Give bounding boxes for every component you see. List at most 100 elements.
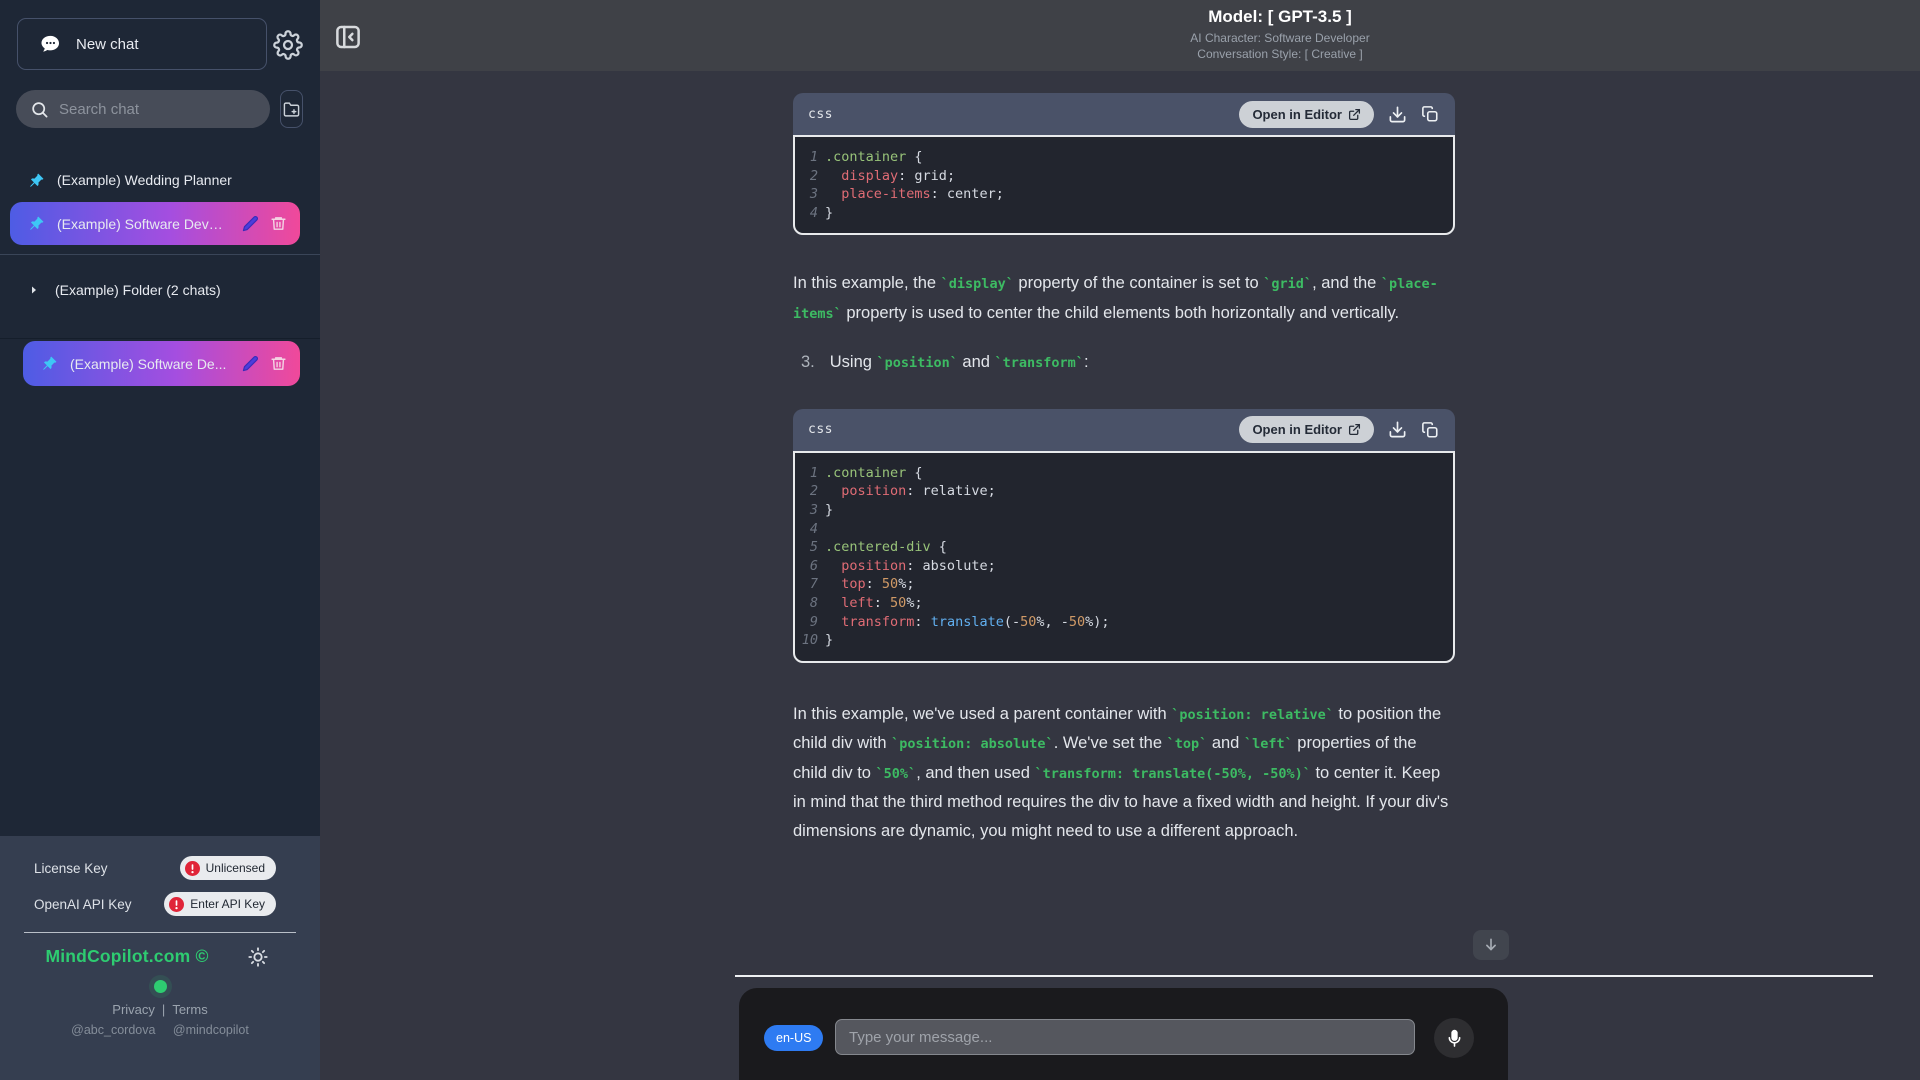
line-number: 1 bbox=[809, 464, 818, 481]
download-code-button[interactable] bbox=[1388, 105, 1407, 124]
delete-chat-button[interactable] bbox=[270, 215, 287, 232]
footer-key-rows: License Key Unlicensed OpenAI API Key Enter… bbox=[0, 850, 320, 922]
message-list-item: 3. Using `position` and `transform`: bbox=[801, 348, 1455, 378]
sidebar-chat-item[interactable]: (Example) Software De... bbox=[23, 341, 300, 386]
alert-icon bbox=[184, 860, 200, 876]
search-input[interactable] bbox=[59, 100, 258, 118]
code-block-header: css Open in Editor bbox=[793, 93, 1455, 135]
copy-icon bbox=[1421, 105, 1439, 123]
code-text: } bbox=[825, 204, 833, 223]
open-in-editor-button[interactable]: Open in Editor bbox=[1239, 416, 1374, 444]
app-root: New chat (Example) Wedding Planner bbox=[0, 0, 1920, 1080]
download-icon bbox=[1388, 420, 1407, 439]
license-key-row: License Key Unlicensed bbox=[0, 850, 320, 886]
composer: en-US bbox=[739, 988, 1508, 1080]
code-text: } bbox=[825, 501, 833, 520]
message-text: , and then used bbox=[916, 763, 1035, 782]
copy-code-button[interactable] bbox=[1421, 105, 1439, 123]
sidebar-folder-item[interactable]: (Example) Folder (2 chats) bbox=[0, 270, 320, 310]
footer-divider bbox=[24, 932, 296, 933]
edit-chat-button[interactable] bbox=[242, 215, 259, 232]
sidebar-chat-item[interactable]: (Example) Software Developer bbox=[10, 202, 300, 245]
chat-bubble-icon bbox=[39, 33, 62, 56]
line-number: 2 bbox=[809, 167, 818, 184]
download-code-button[interactable] bbox=[1388, 420, 1407, 439]
delete-chat-button[interactable] bbox=[270, 355, 287, 372]
new-chat-button[interactable]: New chat bbox=[17, 18, 267, 70]
line-number: 4 bbox=[809, 520, 818, 537]
collapse-sidebar-button[interactable] bbox=[331, 20, 365, 54]
message-text: and bbox=[957, 353, 995, 372]
gear-icon bbox=[273, 30, 303, 60]
settings-button[interactable] bbox=[270, 27, 306, 63]
edit-chat-button[interactable] bbox=[242, 355, 259, 372]
code-token: : grid; bbox=[898, 167, 956, 184]
download-icon bbox=[1388, 105, 1407, 124]
pin-icon bbox=[42, 356, 57, 371]
code-block: css Open in Editor 1 .container {2 position… bbox=[793, 408, 1455, 663]
code-language-label: css bbox=[808, 106, 833, 122]
code-token: %, - bbox=[1036, 613, 1069, 630]
sidebar-header: New chat bbox=[0, 0, 320, 72]
code-line: 10} bbox=[795, 631, 1453, 650]
code-token: 50 bbox=[881, 576, 899, 593]
openai-api-key-badge[interactable]: Enter API Key bbox=[164, 892, 276, 916]
language-badge[interactable]: en-US bbox=[764, 1025, 824, 1051]
code-token: : bbox=[914, 613, 931, 630]
line-number: 9 bbox=[809, 613, 818, 630]
search-chat-box[interactable] bbox=[16, 90, 270, 128]
openai-api-key-badge-label: Enter API Key bbox=[190, 897, 265, 911]
brand-link[interactable]: MindCopilot.com © bbox=[45, 946, 208, 966]
privacy-link[interactable]: Privacy bbox=[112, 1002, 155, 1017]
code-content: 1 .container {2 position: relative; 3} 4 5 .c… bbox=[793, 450, 1455, 663]
chat-item-actions bbox=[242, 355, 300, 372]
composer-divider bbox=[735, 975, 1873, 977]
inline-code: `position: absolute` bbox=[891, 736, 1054, 753]
chat-item-label: (Example) Wedding Planner bbox=[57, 172, 232, 188]
license-key-badge[interactable]: Unlicensed bbox=[179, 856, 276, 880]
code-token: position bbox=[841, 557, 907, 574]
code-text: .centered-div { bbox=[825, 538, 947, 557]
main-area: Model: [ GPT-3.5 ] AI Character: Softwar… bbox=[320, 0, 1920, 1080]
line-number: 2 bbox=[809, 483, 818, 500]
chat-item-label: (Example) Software Developer bbox=[57, 215, 229, 232]
line-number: 8 bbox=[809, 595, 818, 612]
code-line: 6 position: absolute; bbox=[795, 557, 1453, 576]
code-line: 9 transform: translate(-50%, -50%); bbox=[795, 613, 1453, 632]
code-line: 5 .centered-div { bbox=[795, 538, 1453, 557]
pencil-icon bbox=[242, 215, 259, 232]
code-token: 50 bbox=[1020, 613, 1037, 630]
scroll-to-bottom-button[interactable] bbox=[1473, 930, 1509, 960]
sidebar-chat-item[interactable]: (Example) Wedding Planner bbox=[0, 160, 320, 200]
open-in-editor-button[interactable]: Open in Editor bbox=[1239, 100, 1374, 128]
code-token: translate bbox=[930, 613, 1004, 630]
social-handle-2[interactable]: @mindcopilot bbox=[173, 1023, 249, 1037]
theme-toggle-button[interactable] bbox=[246, 946, 270, 970]
copy-code-button[interactable] bbox=[1421, 421, 1439, 439]
code-token: .centered-div bbox=[825, 539, 931, 556]
message-paragraph: In this example, the `display` property … bbox=[793, 269, 1455, 328]
license-key-label: License Key bbox=[34, 860, 108, 876]
line-number: 3 bbox=[809, 186, 818, 203]
new-folder-button[interactable] bbox=[280, 90, 303, 128]
code-text: position: absolute; bbox=[825, 557, 995, 576]
footer-links: Privacy | Terms bbox=[0, 1002, 320, 1017]
microphone-button[interactable] bbox=[1434, 1018, 1474, 1058]
code-text: } bbox=[825, 631, 833, 650]
social-handle-1[interactable]: @abc_cordova bbox=[71, 1023, 155, 1037]
terms-link[interactable]: Terms bbox=[172, 1002, 207, 1017]
code-token: { bbox=[906, 464, 923, 481]
code-token: place-items bbox=[841, 186, 931, 203]
message-input[interactable] bbox=[835, 1019, 1415, 1055]
code-token: 50 bbox=[1068, 613, 1086, 630]
code-block: css Open in Editor 1 .container {2 display:… bbox=[793, 93, 1455, 236]
trash-icon bbox=[270, 215, 287, 232]
links-separator: | bbox=[161, 1002, 166, 1017]
line-number: 3 bbox=[809, 502, 818, 519]
code-line: 8 left: 50%; bbox=[795, 594, 1453, 613]
code-text: transform: translate(-50%, -50%); bbox=[825, 613, 1109, 632]
message-text: : bbox=[1083, 353, 1089, 372]
code-token: : bbox=[865, 576, 882, 593]
code-token: position bbox=[841, 483, 907, 500]
